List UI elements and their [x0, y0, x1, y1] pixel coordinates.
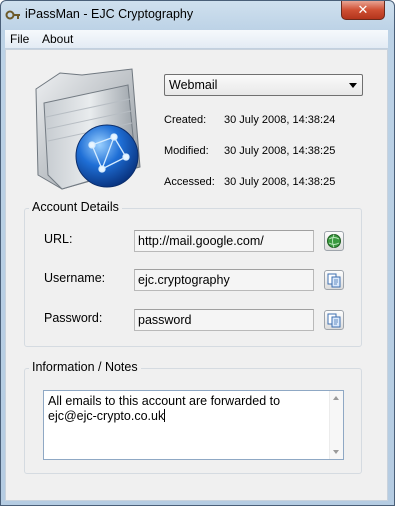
notes-textarea[interactable]: All emails to this account are forwarded… — [43, 390, 344, 460]
account-details-title: Account Details — [29, 200, 122, 214]
menu-about[interactable]: About — [42, 32, 73, 46]
title-bar[interactable]: iPassMan - EJC Cryptography ✕ — [1, 1, 394, 29]
username-label: Username: — [44, 271, 106, 285]
scroll-down-icon[interactable] — [333, 450, 339, 454]
main-window: iPassMan - EJC Cryptography ✕ File About — [0, 0, 395, 506]
created-value: 30 July 2008, 14:38:24 — [224, 114, 336, 126]
notes-content: All emails to this account are forwarded… — [48, 394, 328, 424]
url-value: http://mail.google.com/ — [138, 234, 264, 248]
password-value: password — [138, 313, 192, 327]
username-field[interactable]: ejc.cryptography — [134, 269, 314, 291]
notes-line-2: ejc@ejc-crypto.co.uk — [48, 409, 166, 423]
url-field[interactable]: http://mail.google.com/ — [134, 230, 314, 252]
scroll-up-icon[interactable] — [333, 396, 339, 400]
close-button[interactable]: ✕ — [341, 1, 385, 20]
app-key-icon — [5, 10, 20, 20]
notes-line-1: All emails to this account are forwarded… — [48, 394, 281, 408]
url-label: URL: — [44, 232, 73, 246]
modified-value: 30 July 2008, 14:38:25 — [224, 145, 336, 157]
username-value: ejc.cryptography — [138, 273, 230, 287]
copy-username-button[interactable] — [324, 270, 344, 290]
copy-icon — [327, 313, 341, 328]
entry-select-value: Webmail — [169, 78, 218, 92]
notes-scrollbar[interactable] — [329, 391, 343, 459]
password-field[interactable]: password — [134, 309, 314, 331]
close-icon: ✕ — [357, 2, 369, 18]
window-title: iPassMan - EJC Cryptography — [25, 7, 194, 21]
accessed-value: 30 July 2008, 14:38:25 — [224, 176, 336, 188]
modified-label: Modified: — [164, 145, 209, 157]
notes-title: Information / Notes — [29, 360, 141, 374]
entry-select[interactable]: Webmail — [164, 74, 363, 96]
copy-icon — [327, 273, 341, 288]
folder-network-icon — [35, 68, 141, 190]
open-url-button[interactable] — [324, 231, 344, 251]
menu-file[interactable]: File — [10, 32, 29, 46]
created-label: Created: — [164, 114, 207, 126]
accessed-label: Accessed: — [164, 176, 215, 188]
chevron-down-icon — [349, 83, 357, 88]
content-panel: Webmail Created: 30 July 2008, 14:38:24 … — [5, 49, 388, 501]
globe-icon — [327, 234, 341, 248]
menu-bar: File About — [5, 30, 388, 49]
password-label: Password: — [44, 311, 103, 325]
text-caret — [164, 409, 166, 422]
copy-password-button[interactable] — [324, 310, 344, 330]
